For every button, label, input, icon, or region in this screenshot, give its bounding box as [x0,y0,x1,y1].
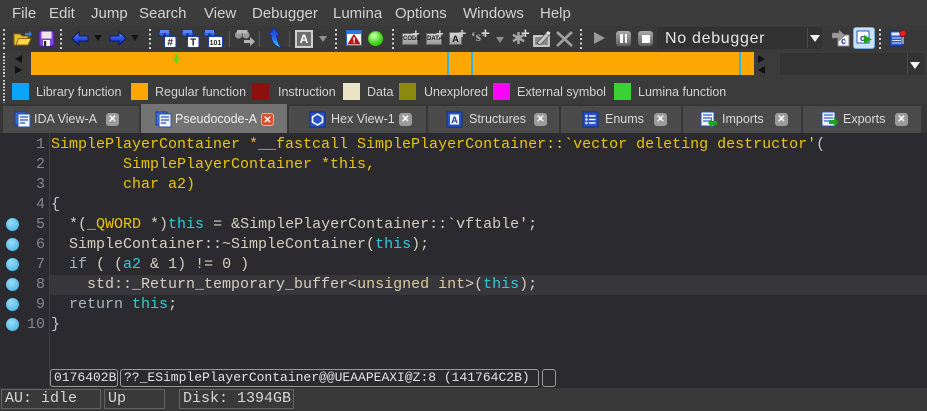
svg-text:101: 101 [210,40,222,47]
svg-text:A: A [451,115,458,125]
svg-text:T: T [190,38,196,49]
svg-text:#: # [167,38,173,49]
